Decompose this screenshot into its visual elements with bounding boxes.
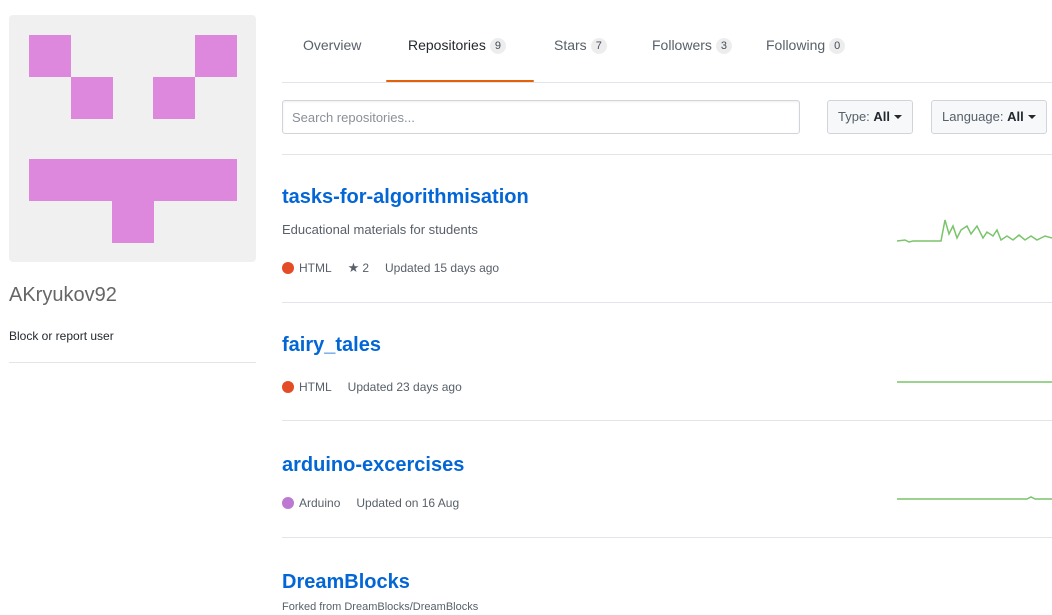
repo-updated: Updated 15 days ago bbox=[385, 261, 500, 275]
tab-count-badge: 9 bbox=[489, 38, 506, 54]
type-filter-button[interactable]: Type: All bbox=[827, 100, 914, 134]
tab-label: Stars bbox=[554, 37, 587, 53]
tab-followers[interactable]: Followers 3 bbox=[652, 37, 733, 54]
tab-label: Repositories bbox=[408, 37, 486, 53]
tab-label: Followers bbox=[652, 37, 712, 53]
divider bbox=[9, 362, 256, 363]
repo-language: HTML bbox=[299, 380, 332, 394]
tab-count-badge: 3 bbox=[715, 38, 733, 54]
language-color-dot bbox=[282, 262, 294, 274]
tab-following[interactable]: Following 0 bbox=[766, 37, 846, 54]
tab-overview[interactable]: Overview bbox=[303, 37, 361, 53]
repo-updated: Updated on 16 Aug bbox=[356, 496, 460, 510]
type-filter-label: Type: bbox=[838, 109, 870, 124]
repo-language: Arduino bbox=[299, 496, 341, 510]
repo-name-link[interactable]: fairy_tales bbox=[282, 334, 381, 357]
caret-down-icon bbox=[894, 115, 903, 119]
repo-meta: Arduino Updated on 16 Aug bbox=[282, 496, 459, 510]
language-filter-label: Language: bbox=[942, 109, 1004, 124]
profile-username: AKryukov92 bbox=[9, 284, 117, 306]
activity-sparkline bbox=[897, 381, 1052, 383]
language-color-dot bbox=[282, 497, 294, 509]
caret-down-icon bbox=[1027, 115, 1036, 119]
identicon bbox=[29, 35, 237, 243]
activity-sparkline bbox=[897, 496, 1052, 500]
activity-sparkline bbox=[897, 219, 1052, 243]
repo-name-link[interactable]: DreamBlocks bbox=[282, 571, 410, 594]
search-repositories-input[interactable] bbox=[282, 100, 800, 134]
type-filter-value: All bbox=[873, 109, 891, 124]
tab-count-badge: 7 bbox=[590, 38, 607, 54]
tab-repositories[interactable]: Repositories 9 bbox=[408, 37, 506, 54]
repo-updated: Updated 23 days ago bbox=[347, 380, 462, 394]
tab-label: Overview bbox=[303, 37, 362, 53]
block-report-link[interactable]: Block or report user bbox=[9, 329, 114, 343]
repo-name-link[interactable]: tasks-for-algorithmisation bbox=[282, 186, 529, 209]
repo-star-count[interactable]: 2 bbox=[362, 261, 369, 275]
repo-name-link[interactable]: arduino-excercises bbox=[282, 454, 464, 477]
selected-tab-indicator bbox=[386, 80, 534, 82]
repo-meta: HTML Updated 23 days ago bbox=[282, 380, 462, 394]
repo-meta: HTML ★ 2 Updated 15 days ago bbox=[282, 260, 499, 276]
divider bbox=[282, 154, 1052, 155]
language-color-dot bbox=[282, 381, 294, 393]
avatar[interactable] bbox=[9, 15, 256, 262]
star-icon[interactable]: ★ bbox=[348, 260, 360, 276]
tab-label: Following bbox=[766, 37, 826, 53]
language-filter-value: All bbox=[1007, 109, 1024, 124]
repo-description: Educational materials for students bbox=[282, 222, 478, 237]
tab-stars[interactable]: Stars 7 bbox=[554, 37, 607, 54]
divider bbox=[282, 420, 1052, 421]
language-filter-button[interactable]: Language: All bbox=[931, 100, 1047, 134]
profile-tabs: Overview Repositories 9 Stars 7 Followers 3… bbox=[282, 0, 1052, 83]
divider bbox=[282, 537, 1052, 538]
tab-count-badge: 0 bbox=[829, 38, 846, 54]
repo-language: HTML bbox=[299, 261, 332, 275]
repo-forked-from[interactable]: Forked from DreamBlocks/DreamBlocks bbox=[282, 601, 478, 613]
divider bbox=[282, 302, 1052, 303]
